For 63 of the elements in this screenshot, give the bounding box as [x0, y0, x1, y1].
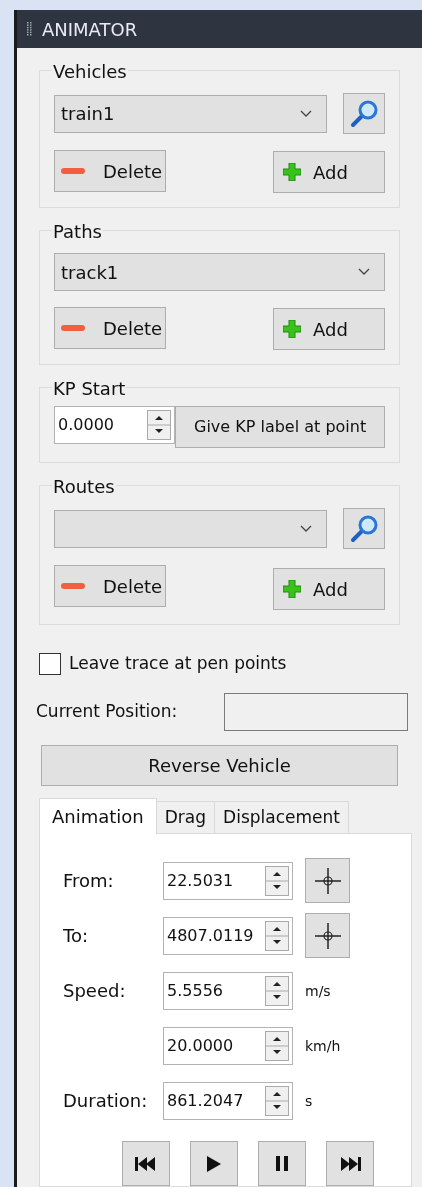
minus-icon: [61, 168, 85, 174]
tab[interactable]: Drag: [156, 801, 216, 833]
field-label: Speed:: [63, 980, 126, 1001]
pause-button[interactable]: [258, 1141, 306, 1186]
grip-icon: [27, 22, 32, 36]
delete-button[interactable]: Delete: [54, 307, 166, 349]
pick-point-button[interactable]: [305, 858, 350, 903]
checkbox-label: Leave trace at pen points: [69, 652, 287, 675]
crosshair-icon: [314, 922, 341, 949]
delete-button[interactable]: Delete: [54, 565, 166, 607]
spinner-arrows-icon: [265, 1030, 289, 1061]
pause-icon: [276, 1156, 288, 1171]
add-button[interactable]: Add: [273, 151, 385, 193]
dropdown-value: train1: [61, 102, 115, 126]
spinner-arrows-icon: [265, 975, 289, 1006]
field-label: To:: [63, 925, 88, 946]
field-label: From:: [63, 870, 114, 891]
play-icon: [207, 1155, 221, 1172]
spinner-arrows-icon: [265, 1085, 289, 1116]
dropdown-caret-icon: [300, 524, 312, 533]
dropdown[interactable]: train1: [54, 94, 327, 133]
unit-label: km/h: [305, 1037, 341, 1054]
search-button[interactable]: [343, 508, 385, 549]
number-field[interactable]: 0.0000: [54, 406, 176, 444]
skip-forward-button[interactable]: [326, 1141, 374, 1186]
number-field[interactable]: 5.5556: [163, 971, 293, 1010]
spinner-arrows-icon: [147, 410, 172, 440]
search-button[interactable]: [343, 93, 385, 134]
number-field[interactable]: 861.2047: [163, 1081, 293, 1120]
spinner-arrows-icon: [265, 865, 289, 896]
dropdown-value: track1: [61, 260, 119, 285]
dropdown-caret-icon: [300, 109, 312, 118]
pick-point-button[interactable]: [305, 913, 350, 958]
skip-back-icon: [135, 1156, 157, 1171]
tab[interactable]: Displacement: [215, 801, 349, 833]
current-position-field[interactable]: [224, 692, 408, 731]
field-label: Duration:: [63, 1090, 148, 1111]
spinner-arrows-icon: [265, 920, 289, 951]
number-field[interactable]: 22.5031: [163, 861, 293, 900]
number-field[interactable]: 4807.0119: [163, 916, 293, 955]
minus-icon: [61, 583, 85, 589]
plus-icon: [283, 320, 301, 338]
dropdown-caret-icon: [358, 268, 370, 276]
unit-label: s: [305, 1092, 313, 1109]
minus-icon: [61, 325, 85, 331]
checkbox[interactable]: [39, 652, 61, 675]
kp-label-button[interactable]: Give KP label at point: [175, 406, 385, 448]
crosshair-icon: [314, 867, 341, 894]
dropdown[interactable]: track1: [54, 253, 385, 291]
add-button[interactable]: Add: [273, 308, 385, 350]
number-field[interactable]: 20.0000: [163, 1026, 293, 1065]
plus-icon: [283, 580, 301, 598]
play-button[interactable]: [190, 1141, 238, 1186]
skip-forward-icon: [339, 1156, 361, 1171]
unit-label: m/s: [305, 982, 331, 999]
panel-title: ANIMATOR: [42, 17, 138, 42]
plus-icon: [283, 163, 301, 181]
tab[interactable]: Animation: [39, 798, 157, 834]
add-button[interactable]: Add: [273, 568, 385, 610]
reverse-vehicle-button[interactable]: Reverse Vehicle: [41, 744, 398, 786]
delete-button[interactable]: Delete: [54, 150, 166, 192]
skip-back-button[interactable]: [122, 1141, 170, 1186]
current-position-label: Current Position:: [36, 699, 178, 723]
